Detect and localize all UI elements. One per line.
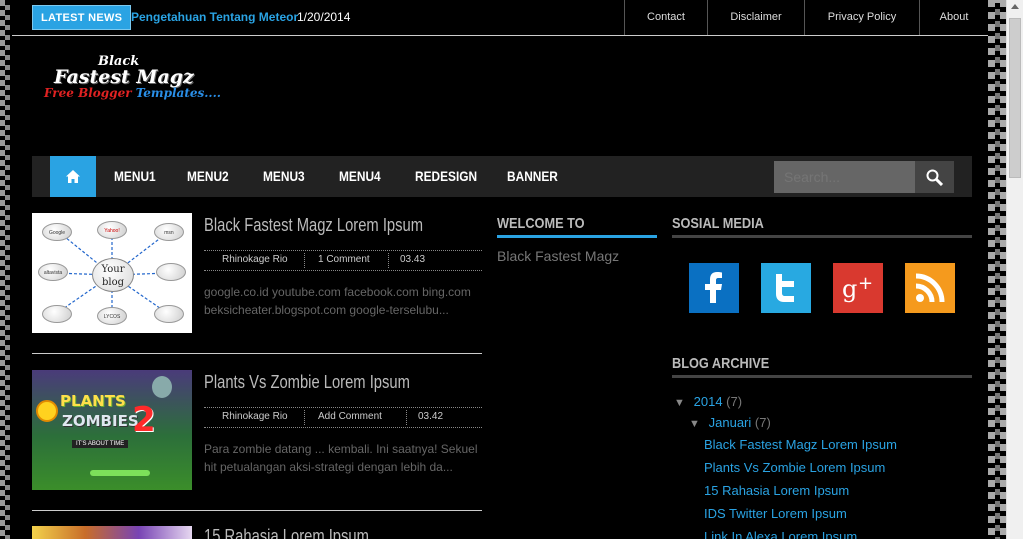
- welcome-text: Black Fastest Magz: [497, 248, 620, 264]
- archive-title-underline: [672, 375, 972, 378]
- post-snippet: Para zombie datang ... kembali. Ini saat…: [204, 442, 478, 474]
- post-author[interactable]: Rhinokage Rio: [222, 254, 288, 265]
- post-comments[interactable]: Add Comment: [318, 411, 382, 422]
- expand-triangle-icon[interactable]: ▼: [689, 418, 705, 430]
- logo-line-2: Fastest Magz: [54, 66, 194, 88]
- archive-post-link[interactable]: 15 Rahasia Lorem Ipsum: [704, 483, 849, 498]
- archive-year-link[interactable]: 2014: [694, 394, 723, 409]
- post-meta: Rhinokage Rio 1 Comment 03.43: [204, 250, 482, 271]
- top-link-contact[interactable]: Contact: [624, 0, 707, 35]
- post-title[interactable]: 15 Rahasia Lorem Ipsum: [204, 526, 369, 539]
- post-item: 15 Rahasia Lorem Ipsum: [32, 526, 482, 539]
- social-title-underline: [672, 235, 972, 238]
- top-bar: LATEST NEWS Pengetahuan Tentang Meteor 1…: [12, 0, 988, 36]
- post-snippet: google.co.id youtube.com facebook.com bi…: [204, 285, 471, 317]
- mind-map-image: Google Yahoo! msn altavista LYCOS Your b…: [32, 213, 192, 333]
- post-thumbnail[interactable]: PLANTS ZOMBIES 2 IT'S ABOUT TIME: [32, 370, 192, 490]
- post-thumbnail[interactable]: Google Yahoo! msn altavista LYCOS Your b…: [32, 213, 192, 333]
- page-border-right: [988, 0, 1006, 539]
- post-meta: Rhinokage Rio Add Comment 03.42: [204, 407, 482, 428]
- post-title[interactable]: Black Fastest Magz Lorem Ipsum: [204, 215, 423, 236]
- main-nav: MENU1 MENU2 MENU3 MENU4 REDESIGN BANNER: [32, 156, 972, 197]
- archive-post-link[interactable]: Link In Alexa Lorem Ipsum: [704, 529, 857, 539]
- post-time: 03.43: [400, 254, 426, 265]
- rss-button[interactable]: [905, 263, 955, 313]
- nav-item-menu2[interactable]: MENU2: [187, 168, 229, 184]
- post-item: Google Yahoo! msn altavista LYCOS Your b…: [32, 213, 482, 353]
- svg-text:+: +: [858, 273, 873, 294]
- latest-news-badge: LATEST NEWS: [32, 5, 132, 30]
- latest-news-date: 1/20/2014: [297, 10, 351, 24]
- archive-post-link[interactable]: Black Fastest Magz Lorem Ipsum: [704, 437, 897, 452]
- archive-year-count: (7): [726, 394, 743, 409]
- archive-post-link[interactable]: Plants Vs Zombie Lorem Ipsum: [704, 460, 885, 475]
- top-link-disclaimer[interactable]: Disclaimer: [707, 0, 804, 35]
- archive-title: BLOG ARCHIVE: [672, 355, 770, 372]
- archive-month: ▼ Januari (7): [689, 415, 771, 430]
- nav-item-menu4[interactable]: MENU4: [339, 168, 381, 184]
- welcome-title: WELCOME TO: [497, 215, 585, 232]
- site-logo[interactable]: Black Fastest Magz Free Blogger Template…: [40, 54, 230, 104]
- rss-icon: [905, 263, 955, 313]
- logo-tagline: Free Blogger Templates....: [44, 86, 221, 100]
- google-plus-button[interactable]: g +: [833, 263, 883, 313]
- search-button[interactable]: [915, 161, 954, 193]
- twitter-icon: [761, 263, 811, 313]
- nav-item-redesign[interactable]: REDESIGN: [415, 168, 477, 184]
- archive-month-count: (7): [754, 415, 771, 430]
- post-time: 03.42: [418, 411, 444, 422]
- archive-month-link[interactable]: Januari: [709, 415, 752, 430]
- nav-item-banner[interactable]: BANNER: [507, 168, 558, 184]
- expand-triangle-icon[interactable]: ▼: [674, 397, 690, 409]
- scrollbar-thumb[interactable]: [1009, 18, 1021, 178]
- archive-year: ▼ 2014 (7): [674, 394, 742, 409]
- post-item: PLANTS ZOMBIES 2 IT'S ABOUT TIME Plants …: [32, 370, 482, 510]
- facebook-button[interactable]: [689, 263, 739, 313]
- nav-item-menu1[interactable]: MENU1: [114, 168, 156, 184]
- search-icon: [926, 169, 943, 186]
- welcome-title-underline: [497, 235, 657, 238]
- nav-home-button[interactable]: [50, 156, 96, 197]
- post-title[interactable]: Plants Vs Zombie Lorem Ipsum: [204, 372, 410, 393]
- archive-post-link[interactable]: IDS Twitter Lorem Ipsum: [704, 506, 847, 521]
- scroll-up-icon[interactable]: [1011, 4, 1019, 9]
- svg-text:g: g: [842, 275, 857, 303]
- post-author[interactable]: Rhinokage Rio: [222, 411, 288, 422]
- pvz-image: PLANTS ZOMBIES 2 IT'S ABOUT TIME: [32, 370, 192, 490]
- post-divider: [32, 510, 482, 511]
- top-link-about[interactable]: About: [919, 0, 988, 35]
- post-divider: [32, 353, 482, 354]
- social-title: SOSIAL MEDIA: [672, 215, 764, 232]
- latest-news-link[interactable]: Pengetahuan Tentang Meteor: [131, 10, 298, 24]
- post-comments[interactable]: 1 Comment: [318, 254, 370, 265]
- home-icon: [66, 170, 80, 183]
- search-input[interactable]: [774, 161, 915, 193]
- nav-item-menu3[interactable]: MENU3: [263, 168, 305, 184]
- page-border-left: [0, 0, 10, 539]
- top-link-privacy-policy[interactable]: Privacy Policy: [804, 0, 919, 35]
- vertical-scrollbar[interactable]: [1006, 0, 1023, 539]
- top-links: Contact Disclaimer Privacy Policy About: [624, 0, 988, 35]
- post-thumbnail[interactable]: [32, 526, 192, 539]
- twitter-button[interactable]: [761, 263, 811, 313]
- google-plus-icon: g +: [833, 263, 883, 313]
- facebook-icon: [689, 263, 739, 313]
